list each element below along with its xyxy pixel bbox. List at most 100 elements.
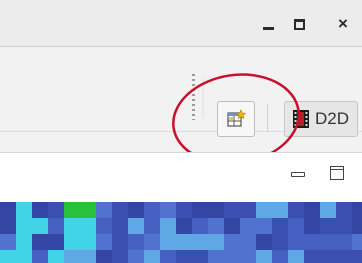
minimize-window-button[interactable] — [255, 12, 281, 36]
minimize-icon — [262, 26, 274, 30]
map-tile — [160, 250, 176, 263]
map-tile — [64, 202, 80, 218]
toolbar-grip-shadow — [202, 78, 204, 118]
map-tile — [128, 234, 144, 250]
map-tile — [352, 250, 362, 263]
map-tile — [256, 218, 272, 234]
maximize-window-button[interactable] — [286, 12, 312, 36]
map-tile — [112, 234, 128, 250]
d2d-perspective-icon — [291, 108, 311, 130]
open-perspective-button[interactable] — [217, 101, 255, 137]
map-tile — [240, 202, 256, 218]
d2d-button-label: D2D — [315, 109, 350, 128]
map-tile — [16, 250, 32, 263]
map-tile — [272, 250, 288, 263]
map-tile — [288, 250, 304, 263]
map-tile — [176, 202, 192, 218]
map-tile — [272, 218, 288, 234]
view-minimize-icon[interactable] — [291, 172, 305, 177]
map-tile — [304, 234, 320, 250]
map-tile — [160, 234, 176, 250]
map-tile — [112, 218, 128, 234]
map-tile — [208, 250, 224, 263]
map-tile — [16, 218, 32, 234]
map-tile — [160, 202, 176, 218]
map-tile — [208, 218, 224, 234]
map-tile — [80, 234, 96, 250]
map-tile — [336, 250, 352, 263]
map-tile — [64, 234, 80, 250]
map-tile — [48, 202, 64, 218]
map-tile — [80, 202, 96, 218]
map-tile — [240, 234, 256, 250]
map-tile — [96, 202, 112, 218]
map-tile — [80, 218, 96, 234]
map-tile — [112, 202, 128, 218]
map-tile — [336, 202, 352, 218]
map-tile — [192, 218, 208, 234]
map-tile — [352, 234, 362, 250]
map-tile — [128, 218, 144, 234]
map-tile — [320, 218, 336, 234]
map-tile — [16, 234, 32, 250]
map-tile — [256, 234, 272, 250]
map-tile — [304, 218, 320, 234]
map-tile — [336, 218, 352, 234]
map-tile — [176, 218, 192, 234]
open-perspective-icon — [227, 109, 246, 127]
application-window: × D2D — [0, 0, 362, 263]
map-tile — [224, 218, 240, 234]
map-tile — [144, 218, 160, 234]
map-tile — [128, 250, 144, 263]
map-tile — [160, 218, 176, 234]
close-window-button[interactable]: × — [330, 12, 356, 36]
map-tile — [304, 202, 320, 218]
map-tile — [128, 202, 144, 218]
map-tile — [208, 234, 224, 250]
map-tile — [80, 250, 96, 263]
map-tile — [48, 218, 64, 234]
map-tile — [144, 250, 160, 263]
map-tile — [32, 234, 48, 250]
map-raster-tiles — [0, 202, 362, 263]
map-tile — [96, 218, 112, 234]
map-tile — [112, 250, 128, 263]
maximize-icon — [293, 18, 305, 30]
d2d-perspective-button[interactable]: D2D — [284, 101, 358, 137]
map-tile — [256, 250, 272, 263]
map-tile — [96, 234, 112, 250]
map-tile — [208, 202, 224, 218]
map-tile — [16, 202, 32, 218]
map-tile — [144, 202, 160, 218]
close-icon: × — [338, 14, 348, 33]
map-tile — [48, 250, 64, 263]
map-tile — [224, 234, 240, 250]
map-tile — [256, 202, 272, 218]
map-tile — [336, 234, 352, 250]
toolbar-separator — [267, 104, 268, 132]
toolbar-grip-handle[interactable] — [192, 74, 195, 120]
map-tile — [96, 250, 112, 263]
map-display[interactable] — [0, 202, 362, 263]
map-tile — [272, 234, 288, 250]
map-tile — [0, 202, 16, 218]
map-tile — [32, 202, 48, 218]
map-tile — [192, 202, 208, 218]
map-tile — [352, 218, 362, 234]
map-tile — [240, 218, 256, 234]
map-tile — [288, 202, 304, 218]
map-tile — [320, 250, 336, 263]
map-tile — [320, 202, 336, 218]
map-tile — [64, 218, 80, 234]
map-tile — [0, 218, 16, 234]
map-tile — [224, 202, 240, 218]
map-tile — [352, 202, 362, 218]
map-tile — [192, 250, 208, 263]
map-tile — [192, 234, 208, 250]
map-tile — [176, 234, 192, 250]
map-tile — [32, 218, 48, 234]
map-tile — [0, 250, 16, 263]
map-tile — [240, 250, 256, 263]
map-tile — [0, 234, 16, 250]
view-maximize-icon[interactable] — [330, 166, 344, 180]
